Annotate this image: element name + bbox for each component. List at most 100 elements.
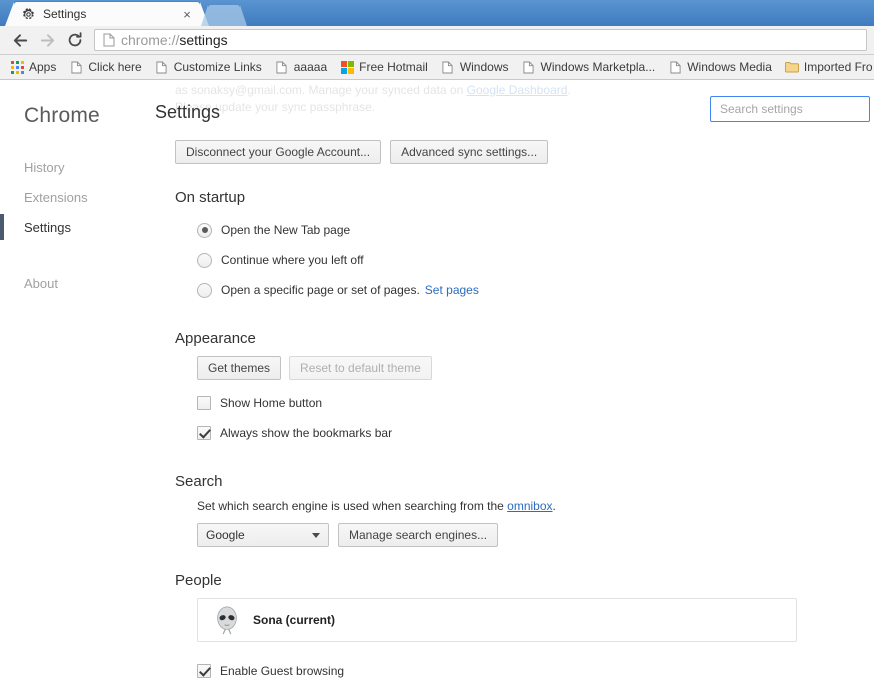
page-icon xyxy=(522,60,536,75)
checkbox-always-show-bookmarks-bar[interactable] xyxy=(197,426,211,440)
option-label: Open the New Tab page xyxy=(221,223,351,237)
get-themes-button[interactable]: Get themes xyxy=(197,356,282,380)
gear-icon xyxy=(20,6,36,22)
reload-icon[interactable] xyxy=(61,27,88,54)
sidebar-item-label: About xyxy=(24,275,58,291)
page-icon xyxy=(441,60,455,75)
folder-icon xyxy=(784,60,799,75)
address-bar-url: chrome://settings xyxy=(121,32,228,48)
bookmark-aaaaa[interactable]: aaaaa xyxy=(269,57,333,78)
startup-option-specific-pages[interactable]: Open a specific page or set of pages. Se… xyxy=(197,275,874,305)
section-appearance: Appearance Get themes Reset to default t… xyxy=(155,330,874,448)
set-pages-link[interactable]: Set pages xyxy=(425,283,479,297)
chevron-down-icon xyxy=(312,533,320,538)
reset-default-theme-button[interactable]: Reset to default theme xyxy=(289,356,432,380)
settings-page: Chrome History Extensions Settings About… xyxy=(0,80,874,694)
radio-continue-where-left-off[interactable] xyxy=(197,252,212,268)
bookmark-label: Free Hotmail xyxy=(359,60,428,74)
page-icon xyxy=(69,60,83,75)
search-input[interactable] xyxy=(718,101,862,117)
search-engine-row: Google Manage search engines... xyxy=(197,523,874,547)
new-tab-button[interactable] xyxy=(201,5,247,26)
search-engine-selected-value: Google xyxy=(206,528,245,542)
sidebar-item-settings[interactable]: Settings xyxy=(0,212,155,242)
appearance-option-bookmarks-bar[interactable]: Always show the bookmarks bar xyxy=(197,418,874,448)
checkbox-show-home-button[interactable] xyxy=(197,396,211,410)
startup-option-continue[interactable]: Continue where you left off xyxy=(197,245,874,275)
bookmark-windows-media[interactable]: Windows Media xyxy=(662,57,778,78)
google-dashboard-link[interactable]: Google Dashboard xyxy=(467,83,568,97)
radio-open-new-tab[interactable] xyxy=(197,222,212,238)
section-title-search: Search xyxy=(175,473,223,490)
bookmark-label: Windows Marketpla... xyxy=(540,60,656,74)
sync-status-text-pre: as sonaksy@gmail.com. Manage your synced… xyxy=(175,83,467,97)
option-label: Enable Guest browsing xyxy=(220,664,345,678)
url-path: settings xyxy=(179,32,228,48)
person-name: Sona (current) xyxy=(253,613,336,627)
disconnect-google-account-button[interactable]: Disconnect your Google Account... xyxy=(175,140,382,164)
checkbox-enable-guest-browsing[interactable] xyxy=(197,664,211,678)
page-icon xyxy=(155,60,169,75)
person-row-sona[interactable]: Sona (current) xyxy=(197,598,797,642)
back-arrow-icon[interactable] xyxy=(7,27,34,54)
search-description-post: . xyxy=(552,499,556,513)
search-settings-box[interactable] xyxy=(710,96,870,122)
theme-buttons-row: Get themes Reset to default theme xyxy=(197,356,874,380)
tab-strip: Settings × xyxy=(0,0,874,26)
section-people: People Sona (current) Enable Guest brows… xyxy=(155,572,874,694)
appearance-body: Get themes Reset to default theme Show H… xyxy=(175,356,874,448)
bookmark-apps[interactable]: Apps xyxy=(4,57,62,78)
radio-open-specific-pages[interactable] xyxy=(197,282,212,298)
browser-toolbar: chrome://settings xyxy=(0,26,874,55)
section-search: Search Set which search engine is used w… xyxy=(155,473,874,547)
bookmark-free-hotmail[interactable]: Free Hotmail xyxy=(334,57,434,78)
sidebar-item-label: History xyxy=(24,159,65,175)
people-body: Sona (current) Enable Guest browsing Let… xyxy=(175,598,874,694)
search-engine-select[interactable]: Google xyxy=(197,523,329,547)
bookmarks-bar: Apps Click here Customize Links aaaaa Fr… xyxy=(0,55,874,80)
page-icon xyxy=(668,60,682,75)
sidebar-item-about[interactable]: About xyxy=(0,268,155,298)
bookmark-label: Windows xyxy=(459,60,509,74)
sidebar-item-label: Settings xyxy=(24,219,71,235)
section-title-people: People xyxy=(175,572,222,589)
section-on-startup: On startup Open the New Tab page Continu… xyxy=(155,189,874,305)
startup-option-new-tab[interactable]: Open the New Tab page xyxy=(197,215,874,245)
forward-arrow-icon[interactable] xyxy=(34,27,61,54)
people-option-add-person[interactable]: Let anyone add a person to Chrome xyxy=(197,686,874,694)
close-icon[interactable]: × xyxy=(180,7,194,21)
apps-grid-icon xyxy=(10,60,24,75)
bookmark-label: Imported Fro xyxy=(803,60,873,74)
bookmark-click-here[interactable]: Click here xyxy=(63,57,147,78)
option-label: Continue where you left off xyxy=(221,253,364,267)
people-checkboxes: Enable Guest browsing Let anyone add a p… xyxy=(197,656,874,694)
search-body: Set which search engine is used when sea… xyxy=(175,499,874,547)
bookmark-label: aaaaa xyxy=(293,60,328,74)
bookmark-windows[interactable]: Windows xyxy=(435,57,515,78)
search-description: Set which search engine is used when sea… xyxy=(197,499,874,513)
alien-avatar-icon xyxy=(212,605,242,635)
manage-search-engines-button[interactable]: Manage search engines... xyxy=(338,523,499,547)
url-scheme: chrome:// xyxy=(121,32,180,48)
chrome-browser-window: Settings × chrome://settings Apps Click … xyxy=(0,0,874,696)
sidebar-item-extensions[interactable]: Extensions xyxy=(0,182,155,212)
bookmark-label: Apps xyxy=(29,60,57,74)
appearance-option-show-home[interactable]: Show Home button xyxy=(197,388,874,418)
bookmark-label: Customize Links xyxy=(173,60,262,74)
section-title-appearance: Appearance xyxy=(175,330,256,347)
on-startup-options: Open the New Tab page Continue where you… xyxy=(175,215,874,305)
bookmark-label: Click here xyxy=(88,60,142,74)
chrome-brand-title: Chrome xyxy=(24,104,100,127)
browser-tab-settings[interactable]: Settings × xyxy=(5,2,209,26)
settings-sidebar: Chrome History Extensions Settings About xyxy=(0,80,155,694)
section-title-on-startup: On startup xyxy=(175,189,246,206)
bookmark-folder-imported-from[interactable]: Imported Fro xyxy=(779,57,874,78)
omnibox-link[interactable]: omnibox xyxy=(507,499,552,513)
bookmark-customize-links[interactable]: Customize Links xyxy=(149,57,268,78)
advanced-sync-settings-button[interactable]: Advanced sync settings... xyxy=(390,140,549,164)
people-option-guest-browsing[interactable]: Enable Guest browsing xyxy=(197,656,874,686)
bookmark-windows-marketplace[interactable]: Windows Marketpla... xyxy=(516,57,662,78)
address-bar[interactable]: chrome://settings xyxy=(94,29,867,51)
sidebar-item-history[interactable]: History xyxy=(0,152,155,182)
